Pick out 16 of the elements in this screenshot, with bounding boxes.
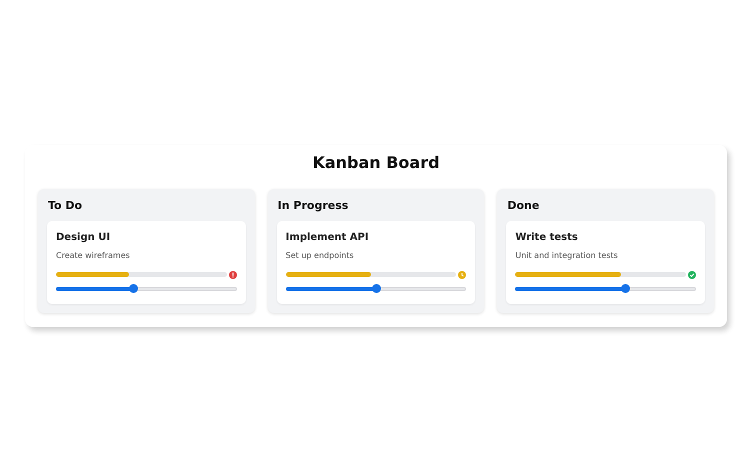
task-description: Set up endpoints — [286, 250, 355, 260]
task-title: Write tests — [515, 232, 579, 244]
task-title: Design UI — [56, 232, 112, 244]
task-card[interactable]: Write tests Unit and integration tests — [506, 220, 706, 304]
board-title: Kanban Board — [311, 152, 441, 172]
task-card[interactable]: Design UI Create wireframes — [47, 220, 246, 304]
column-title: To Do — [48, 198, 84, 212]
check-icon — [688, 270, 696, 278]
column-title: In Progress — [278, 198, 350, 212]
clock-icon — [458, 270, 466, 278]
column-title: Done — [507, 198, 540, 212]
task-card[interactable]: Implement API Set up endpoints — [276, 220, 476, 304]
task-description: Unit and integration tests — [515, 250, 619, 260]
alert-icon — [228, 270, 237, 278]
task-title: Implement API — [286, 232, 370, 244]
task-description: Create wireframes — [56, 250, 131, 260]
